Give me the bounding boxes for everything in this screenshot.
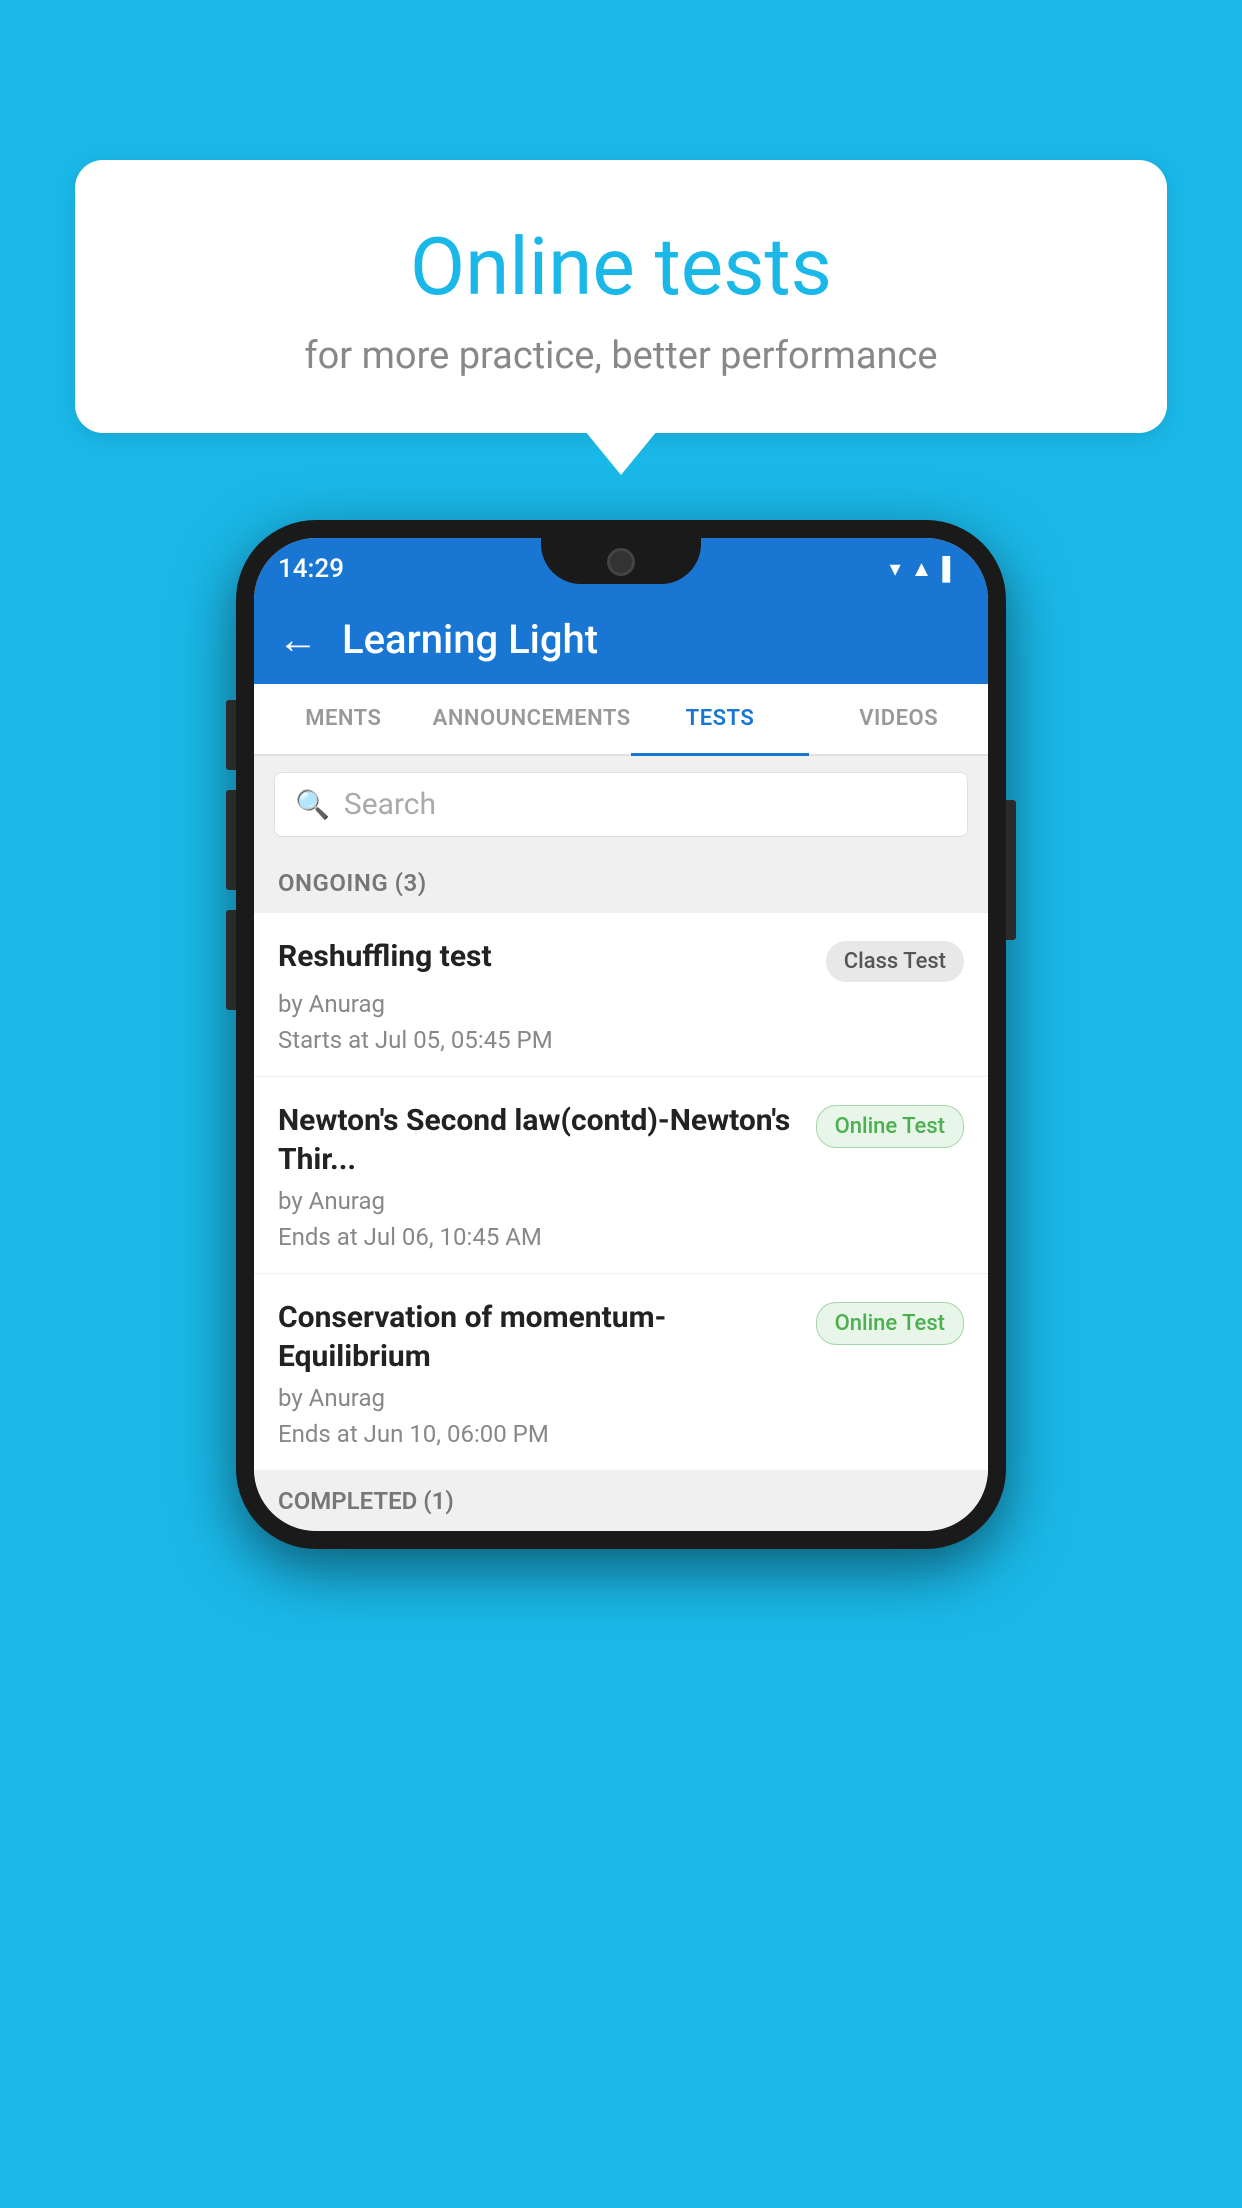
test-item-3-header: Conservation of momentum-Equilibrium Onl… [278,1298,964,1376]
tab-announcements[interactable]: ANNOUNCEMENTS [433,684,631,756]
bubble-title: Online tests [125,220,1117,314]
tab-tests[interactable]: TESTS [631,684,810,756]
test-item-3[interactable]: Conservation of momentum-Equilibrium Onl… [254,1274,988,1471]
search-box[interactable]: 🔍 Search [274,772,968,837]
tab-videos[interactable]: VIDEOS [809,684,988,756]
test-meta-date-2: Ends at Jul 06, 10:45 AM [278,1223,964,1251]
wifi-icon: ▾ [890,557,901,582]
search-placeholder: Search [344,787,436,822]
back-button[interactable]: ← [278,616,318,663]
battery-icon: ▌ [942,556,958,582]
test-meta-by-3: by Anurag [278,1384,964,1412]
test-item-2-header: Newton's Second law(contd)-Newton's Thir… [278,1101,964,1179]
tab-ments[interactable]: MENTS [254,684,433,756]
test-item-2[interactable]: Newton's Second law(contd)-Newton's Thir… [254,1077,988,1274]
status-icons: ▾ ▲ ▌ [890,556,958,582]
app-bar: ← Learning Light [254,594,988,684]
ongoing-section-header: ONGOING (3) [254,853,988,913]
tab-bar: MENTS ANNOUNCEMENTS TESTS VIDEOS [254,684,988,756]
signal-icon: ▲ [911,556,933,582]
phone-mockup: 14:29 ▾ ▲ ▌ ← Learning Light MENTS ANNOU… [236,520,1006,1549]
test-name-2: Newton's Second law(contd)-Newton's Thir… [278,1101,806,1179]
test-meta-by-2: by Anurag [278,1187,964,1215]
vol-down-button [226,790,236,890]
badge-online-test-3: Online Test [816,1302,964,1345]
badge-class-test-1: Class Test [826,941,964,982]
power-button [1006,800,1016,940]
test-item-1-header: Reshuffling test Class Test [278,937,964,982]
search-icon: 🔍 [295,788,330,821]
test-item-1[interactable]: Reshuffling test Class Test by Anurag St… [254,913,988,1077]
test-name-3: Conservation of momentum-Equilibrium [278,1298,806,1376]
test-meta-by-1: by Anurag [278,990,964,1018]
test-name-1: Reshuffling test [278,937,816,976]
speech-bubble: Online tests for more practice, better p… [75,160,1167,433]
vol-up-button [226,700,236,770]
search-container: 🔍 Search [254,756,988,853]
status-time: 14:29 [278,554,344,584]
test-meta-date-3: Ends at Jun 10, 06:00 PM [278,1420,964,1448]
phone-screen: 14:29 ▾ ▲ ▌ ← Learning Light MENTS ANNOU… [254,538,988,1531]
test-meta-date-1: Starts at Jul 05, 05:45 PM [278,1026,964,1054]
front-camera [607,548,635,576]
completed-section-header: COMPLETED (1) [254,1471,988,1531]
bubble-subtitle: for more practice, better performance [125,334,1117,378]
app-title: Learning Light [342,616,598,663]
vol-down2-button [226,910,236,1010]
badge-online-test-2: Online Test [816,1105,964,1148]
